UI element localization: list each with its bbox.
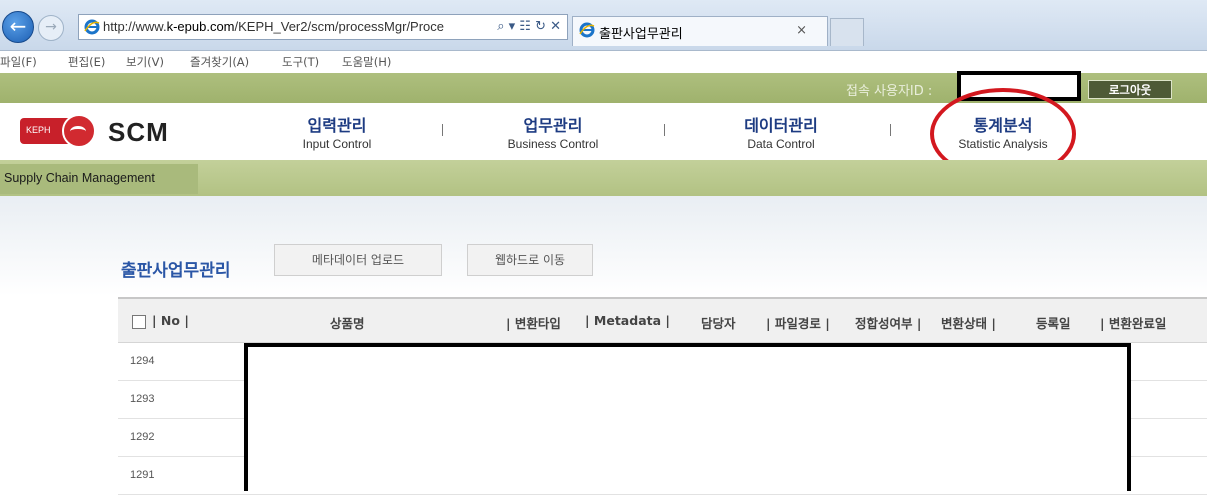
col-manager[interactable]: 담당자 bbox=[701, 313, 736, 332]
col-no[interactable]: | No | bbox=[152, 313, 189, 328]
logo-ball-icon bbox=[62, 114, 96, 148]
browser-menu-bar: 파일(F) 편집(E) 보기(V) 즐겨찾기(A) 도구(T) 도움말(H) bbox=[0, 51, 1207, 73]
table-header: | No | 상품명 | 변환타입 | Metadata | 담당자 | 파일경… bbox=[118, 297, 1207, 343]
nav-data-control[interactable]: 데이터관리 Data Control bbox=[728, 112, 834, 151]
metadata-upload-button[interactable]: 메타데이터 업로드 bbox=[274, 244, 442, 276]
logout-button[interactable]: 로그아웃 bbox=[1088, 80, 1172, 99]
logo-scm-text: SCM bbox=[108, 117, 169, 147]
webhard-move-button[interactable]: 웹하드로 이동 bbox=[467, 244, 593, 276]
tab-close-icon[interactable]: × bbox=[796, 23, 807, 38]
tagline-box: Supply Chain Management bbox=[0, 164, 198, 194]
col-convert-type[interactable]: | 변환타입 bbox=[506, 313, 561, 332]
col-completed-date[interactable]: | 변환완료일 bbox=[1100, 313, 1166, 332]
ie-logo-icon bbox=[579, 22, 595, 38]
nav-input-control[interactable]: 입력관리 Input Control bbox=[282, 112, 392, 151]
new-tab-button[interactable] bbox=[830, 18, 864, 46]
nav-separator bbox=[442, 124, 443, 136]
nav-label-en: Business Control bbox=[507, 137, 599, 151]
col-consistency[interactable]: 정합성여부 | bbox=[855, 313, 921, 332]
table-content-redaction bbox=[244, 343, 1131, 491]
forward-arrow-icon[interactable]: → bbox=[38, 15, 64, 41]
menu-file[interactable]: 파일(F) bbox=[0, 54, 37, 70]
logo-badge-text: KEPH bbox=[26, 125, 51, 135]
content-background bbox=[0, 196, 1207, 296]
address-bar[interactable]: http://www.k-epub.com/KEPH_Ver2/scm/proc… bbox=[78, 14, 568, 40]
col-convert-status[interactable]: 변환상태 | bbox=[941, 313, 996, 332]
nav-separator bbox=[890, 124, 891, 136]
row-number: 1292 bbox=[130, 431, 155, 443]
menu-view[interactable]: 보기(V) bbox=[126, 54, 164, 70]
row-number: 1291 bbox=[130, 469, 155, 481]
col-registered-date[interactable]: 등록일 bbox=[1036, 313, 1071, 332]
nav-label-ko: 입력관리 bbox=[307, 116, 367, 135]
address-url: http://www.k-epub.com/KEPH_Ver2/scm/proc… bbox=[103, 19, 445, 34]
nav-separator bbox=[664, 124, 665, 136]
col-file-path[interactable]: | 파일경로 | bbox=[766, 313, 830, 332]
select-all-checkbox[interactable] bbox=[132, 315, 146, 329]
browser-tab[interactable]: 출판사업무관리 × bbox=[572, 16, 828, 46]
menu-edit[interactable]: 편집(E) bbox=[68, 54, 105, 70]
row-number: 1294 bbox=[130, 355, 155, 367]
nav-label-ko: 데이터관리 bbox=[744, 116, 818, 135]
menu-favorites[interactable]: 즐겨찾기(A) bbox=[190, 54, 249, 70]
col-metadata[interactable]: | Metadata | bbox=[585, 313, 670, 328]
page-title: 출판사업무관리 bbox=[121, 261, 231, 281]
menu-tools[interactable]: 도구(T) bbox=[282, 54, 319, 70]
menu-help[interactable]: 도움말(H) bbox=[342, 54, 391, 70]
address-tools-icons[interactable]: ⌕ ▾ ☷ ↻ ✕ bbox=[497, 19, 561, 34]
back-arrow-icon[interactable]: ← bbox=[2, 11, 34, 43]
connected-user-label: 접속 사용자ID : bbox=[846, 84, 933, 99]
tagline-text: Supply Chain Management bbox=[4, 171, 155, 185]
row-number: 1293 bbox=[130, 393, 155, 405]
ie-logo-icon bbox=[84, 19, 100, 35]
nav-label-en: Data Control bbox=[747, 137, 815, 151]
nav-label-ko: 업무관리 bbox=[523, 116, 583, 135]
tab-title: 출판사업무관리 bbox=[599, 27, 683, 42]
nav-business-control[interactable]: 업무관리 Business Control bbox=[492, 112, 614, 151]
col-product-name[interactable]: 상품명 bbox=[330, 313, 365, 332]
nav-label-en: Input Control bbox=[302, 137, 372, 151]
